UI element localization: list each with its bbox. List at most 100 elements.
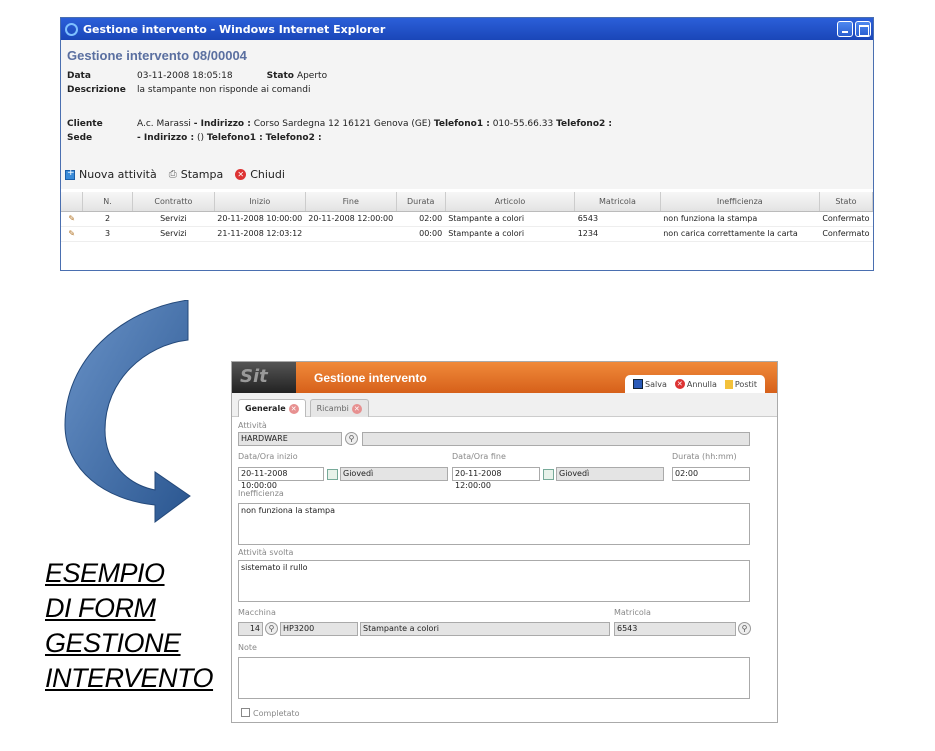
attivita-search-icon[interactable]: ⚲ <box>345 432 358 445</box>
cell-fine: 20-11-2008 12:00:00 <box>305 211 397 227</box>
close-icon: ✕ <box>235 169 247 180</box>
cliente-label: Cliente <box>67 119 103 129</box>
cell-durata: 00:00 <box>396 226 446 242</box>
grid-header-row: N. Contratto Inizio Fine Durata Articolo… <box>61 192 874 212</box>
add-icon <box>65 168 75 180</box>
inefficienza-textarea[interactable]: non funziona la stampa <box>238 503 750 545</box>
attivita-field[interactable]: HARDWARE <box>238 432 342 446</box>
postit-icon <box>724 379 733 389</box>
macchina-code-field: HP3200 <box>280 622 358 636</box>
column-header-inefficienza[interactable]: Inefficienza <box>660 192 820 212</box>
matricola-search-icon[interactable]: ⚲ <box>738 622 751 635</box>
table-row[interactable]: ✎ 3 Servizi 21-11-2008 12:03:12 00:00 St… <box>61 226 873 242</box>
telefono2-label: Telefono2 : <box>556 119 612 129</box>
intervento-header: Gestione intervento 08/00004 Data 03-11-… <box>61 40 873 189</box>
tab-close-icon[interactable]: ✕ <box>288 403 299 414</box>
telefono1-value: 010-55.66.33 <box>492 119 554 129</box>
column-header-contratto[interactable]: Contratto <box>132 192 215 212</box>
stampa-label: Stampa <box>180 168 224 181</box>
tab-ricambi[interactable]: Ricambi ✕ <box>309 399 369 417</box>
column-header-inizio[interactable]: Inizio <box>214 192 306 212</box>
macchina-num-field[interactable]: 14 <box>238 622 263 636</box>
stato-value: Aperto <box>296 71 328 81</box>
sede-label: Sede <box>67 133 93 143</box>
cell-contratto: Servizi <box>132 211 215 227</box>
matricola-field[interactable]: 6543 <box>614 622 736 636</box>
macchina-desc-field: Stampante a colori <box>360 622 610 636</box>
calendar-icon[interactable] <box>327 469 338 480</box>
cliente-name: A.c. Marassi <box>137 119 191 129</box>
telefono1-label: Telefono1 : <box>433 119 490 129</box>
tab-ricambi-label: Ricambi <box>316 404 349 413</box>
column-header-n[interactable]: N. <box>82 192 134 212</box>
caption-line-4: INTERVENTO <box>45 663 214 693</box>
attivita-grid: N. Contratto Inizio Fine Durata Articolo… <box>61 192 874 269</box>
tab-generale[interactable]: Generale ✕ <box>238 399 306 417</box>
caption-line-3: GESTIONE <box>45 628 181 658</box>
matricola-label: Matricola <box>614 608 651 617</box>
cell-articolo: Stampante a colori <box>445 226 575 242</box>
indirizzo-value: Corso Sardegna 12 16121 Genova (GE) <box>253 119 432 129</box>
save-disk-icon <box>633 379 644 389</box>
gestione-intervento-form: Sit Gestione intervento Salva ✕ Annulla … <box>231 361 778 723</box>
postit-button[interactable]: Postit <box>724 379 757 389</box>
macchina-search-icon[interactable]: ⚲ <box>265 622 278 635</box>
form-title: Gestione intervento <box>314 371 427 385</box>
stampa-button[interactable]: ⎙ Stampa <box>169 168 223 181</box>
durata-label: Durata (hh:mm) <box>672 452 737 461</box>
cancel-icon: ✕ <box>674 379 685 389</box>
table-row[interactable]: ✎ 2 Servizi 20-11-2008 10:00:00 20-11-20… <box>61 211 873 227</box>
nuova-attivita-button[interactable]: Nuova attività <box>65 168 157 181</box>
cell-n: 2 <box>82 211 133 227</box>
cell-matricola: 1234 <box>574 226 661 242</box>
cell-n: 3 <box>82 226 133 242</box>
nuova-attivita-label: Nuova attività <box>79 168 157 181</box>
toolbar: Nuova attività ⎙ Stampa ✕ Chiudi <box>65 168 285 181</box>
sede-telefono2-label: Telefono2 : <box>265 133 322 143</box>
cell-stato: Confermato <box>819 211 873 227</box>
note-textarea[interactable] <box>238 657 750 699</box>
form-actions: Salva ✕ Annulla Postit <box>625 375 765 393</box>
column-header-durata[interactable]: Durata <box>396 192 446 212</box>
attivita-description-field[interactable] <box>362 432 750 446</box>
data-label: Data <box>67 71 91 81</box>
cell-inizio: 20-11-2008 10:00:00 <box>214 211 306 227</box>
edit-pencil-icon[interactable]: ✎ <box>61 211 83 227</box>
cliente-row: Cliente A.c. Marassi - Indirizzo : Corso… <box>67 117 867 131</box>
calendar-icon[interactable] <box>543 469 554 480</box>
caption-line-1: ESEMPIO <box>45 558 165 588</box>
column-header-fine[interactable]: Fine <box>305 192 397 212</box>
durata-field[interactable]: 02:00 <box>672 467 750 481</box>
data-fine-field[interactable]: 20-11-2008 12:00:00 <box>452 467 540 490</box>
column-header-stato[interactable]: Stato <box>819 192 874 212</box>
giorno-fine-field: Giovedì <box>556 467 664 481</box>
giorno-inizio-field: Giovedì <box>340 467 448 481</box>
cell-articolo: Stampante a colori <box>445 211 575 227</box>
window-title: Gestione intervento - Windows Internet E… <box>83 22 386 36</box>
form-tabs: Generale ✕ Ricambi ✕ <box>232 393 777 417</box>
cell-fine <box>305 226 397 242</box>
sede-row: Sede - Indirizzo : () Telefono1 : Telefo… <box>67 131 867 145</box>
chiudi-button[interactable]: ✕ Chiudi <box>235 168 285 181</box>
column-header-articolo[interactable]: Articolo <box>445 192 576 212</box>
window-titlebar: Gestione intervento - Windows Internet E… <box>61 18 873 40</box>
maximize-button[interactable] <box>855 21 871 37</box>
column-header-matricola[interactable]: Matricola <box>574 192 661 212</box>
edit-pencil-icon[interactable]: ✎ <box>61 226 83 242</box>
cell-inefficienza: non carica correttamente la carta <box>660 226 820 242</box>
printer-icon: ⎙ <box>168 169 177 180</box>
macchina-label: Macchina <box>238 608 276 617</box>
attivita-svolta-label: Attività svolta <box>238 548 294 557</box>
completato-label: Completato <box>253 709 300 718</box>
attivita-svolta-textarea[interactable]: sistemato il rullo <box>238 560 750 602</box>
cell-matricola: 6543 <box>574 211 661 227</box>
caption: ESEMPIO DI FORM GESTIONE INTERVENTO <box>45 556 214 696</box>
salva-button[interactable]: Salva <box>633 379 667 389</box>
annulla-button[interactable]: ✕ Annulla <box>674 379 717 389</box>
completato-checkbox[interactable] <box>241 708 250 717</box>
minimize-button[interactable] <box>837 21 853 37</box>
data-inizio-field[interactable]: 20-11-2008 10:00:00 <box>238 467 324 490</box>
tab-close-icon[interactable]: ✕ <box>351 403 362 414</box>
curved-arrow-icon <box>64 300 191 523</box>
salva-label: Salva <box>645 379 667 389</box>
